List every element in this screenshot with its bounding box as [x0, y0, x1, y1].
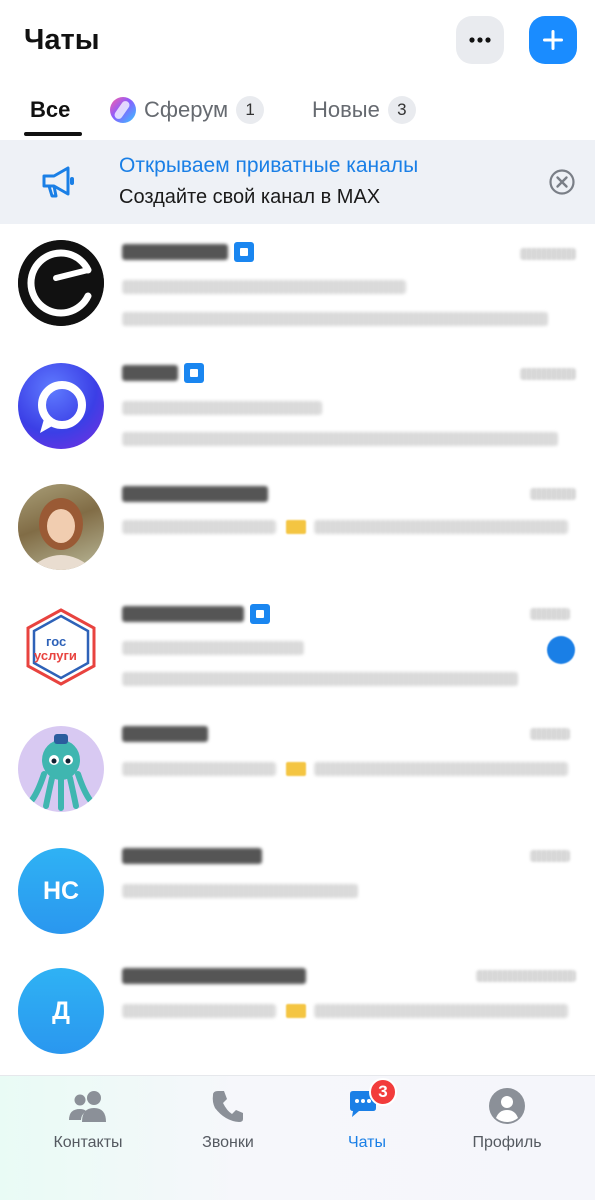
nav-calls-label: Звонки — [202, 1134, 254, 1151]
chat-item[interactable] — [0, 228, 595, 346]
nav-calls[interactable]: Звонки — [158, 1086, 298, 1156]
chat-item[interactable] — [0, 708, 595, 826]
avatar-initials: Д — [52, 996, 70, 1025]
octopus-avatar-icon — [29, 734, 93, 811]
tab-all[interactable]: Все — [30, 86, 70, 134]
chat-time-redacted — [520, 248, 576, 260]
chat-name-redacted — [122, 968, 306, 984]
chat-preview-redacted — [122, 520, 276, 534]
promo-banner[interactable]: Открываем приватные каналы Создайте свой… — [0, 140, 595, 224]
banner-title: Открываем приватные каналы — [119, 154, 419, 177]
chat-preview-redacted — [122, 762, 276, 776]
folder-emoji-icon — [286, 1004, 306, 1018]
chat-preview-redacted — [122, 672, 518, 686]
phone-icon — [206, 1086, 250, 1126]
chat-name-redacted — [122, 244, 228, 260]
chat-item[interactable]: НС — [0, 828, 595, 946]
chat-time-redacted — [476, 970, 576, 982]
chat-name-redacted — [122, 606, 244, 622]
new-chat-button[interactable] — [529, 16, 577, 64]
chat-time-redacted — [530, 488, 576, 500]
avatar — [18, 726, 104, 812]
chat-time-redacted — [520, 368, 576, 380]
contacts-icon — [66, 1086, 110, 1126]
chat-time-redacted — [530, 608, 570, 620]
folder-emoji-icon — [286, 762, 306, 776]
tab-new-count: 3 — [387, 96, 416, 124]
nav-chats[interactable]: 3 Чаты — [297, 1078, 437, 1156]
chat-preview-redacted — [122, 401, 322, 415]
chat-preview-redacted — [122, 432, 558, 446]
verified-icon — [184, 363, 204, 383]
chat-preview-redacted — [314, 520, 568, 534]
tab-sferum[interactable]: Сферум 1 — [110, 86, 265, 134]
tab-new-label: Новые — [312, 97, 380, 122]
chat-preview-redacted — [122, 1004, 276, 1018]
folder-tabs: Все Сферум 1 Новые 3 — [0, 86, 595, 136]
gosuslugi-logo-top-text: гос — [46, 634, 66, 649]
chat-item[interactable]: Д — [0, 948, 595, 1066]
nav-contacts-label: Контакты — [53, 1134, 123, 1151]
tab-sferum-count: 1 — [236, 96, 265, 124]
plus-icon — [543, 30, 563, 50]
tab-all-label: Все — [30, 97, 71, 122]
profile-icon — [485, 1086, 529, 1126]
chat-preview-redacted — [122, 280, 406, 294]
chats-unread-badge: 3 — [369, 1078, 397, 1106]
gosuslugi-logo-bottom-text: услуги — [34, 648, 77, 663]
user-photo-icon — [18, 484, 104, 570]
tab-new[interactable]: Новые 3 — [312, 86, 416, 134]
page-title: Чаты — [24, 24, 100, 56]
avatar — [18, 240, 104, 326]
sferum-logo-icon — [110, 97, 136, 123]
banner-subtitle: Создайте свой канал в MAX — [119, 186, 381, 208]
megaphone-icon — [42, 166, 74, 198]
more-button[interactable] — [456, 16, 504, 64]
nav-contacts[interactable]: Контакты — [18, 1086, 158, 1156]
avatar — [18, 363, 104, 449]
avatar: Д — [18, 968, 104, 1054]
verified-icon — [234, 242, 254, 262]
chat-preview-redacted — [314, 1004, 568, 1018]
avatar: НС — [18, 848, 104, 934]
chat-name-redacted — [122, 486, 268, 502]
gosuslugi-logo-icon: гос услуги — [26, 608, 96, 686]
active-tab-indicator — [24, 132, 82, 136]
verified-icon — [250, 604, 270, 624]
chat-preview-redacted — [122, 641, 304, 655]
max-logo-icon — [38, 381, 86, 433]
close-circle-icon[interactable] — [548, 168, 576, 196]
chat-preview-redacted — [122, 312, 548, 326]
chat-item[interactable] — [0, 348, 595, 466]
nav-profile[interactable]: Профиль — [437, 1086, 577, 1156]
chat-name-redacted — [122, 848, 262, 864]
chat-item[interactable]: гос услуги — [0, 588, 595, 706]
tab-sferum-label: Сферум — [144, 97, 229, 122]
chat-time-redacted — [530, 728, 570, 740]
chat-name-redacted — [122, 726, 208, 742]
folder-emoji-icon — [286, 520, 306, 534]
chat-bubbles-icon: 3 — [345, 1078, 397, 1126]
bottom-navigation: Контакты Звонки 3 Чаты Профиль — [0, 1075, 595, 1200]
chat-name-redacted — [122, 365, 178, 381]
avatar — [18, 484, 104, 570]
more-horizontal-icon — [469, 37, 491, 43]
nav-chats-label: Чаты — [347, 1134, 387, 1151]
chat-item[interactable] — [0, 468, 595, 586]
chat-preview-redacted — [122, 884, 358, 898]
unread-indicator — [547, 636, 575, 664]
avatar-initials: НС — [42, 876, 80, 905]
app-header: Чаты — [0, 0, 595, 84]
black-logo-icon — [18, 240, 104, 326]
chat-time-redacted — [530, 850, 570, 862]
nav-profile-label: Профиль — [472, 1134, 542, 1151]
chat-preview-redacted — [314, 762, 568, 776]
avatar: гос услуги — [18, 604, 104, 690]
